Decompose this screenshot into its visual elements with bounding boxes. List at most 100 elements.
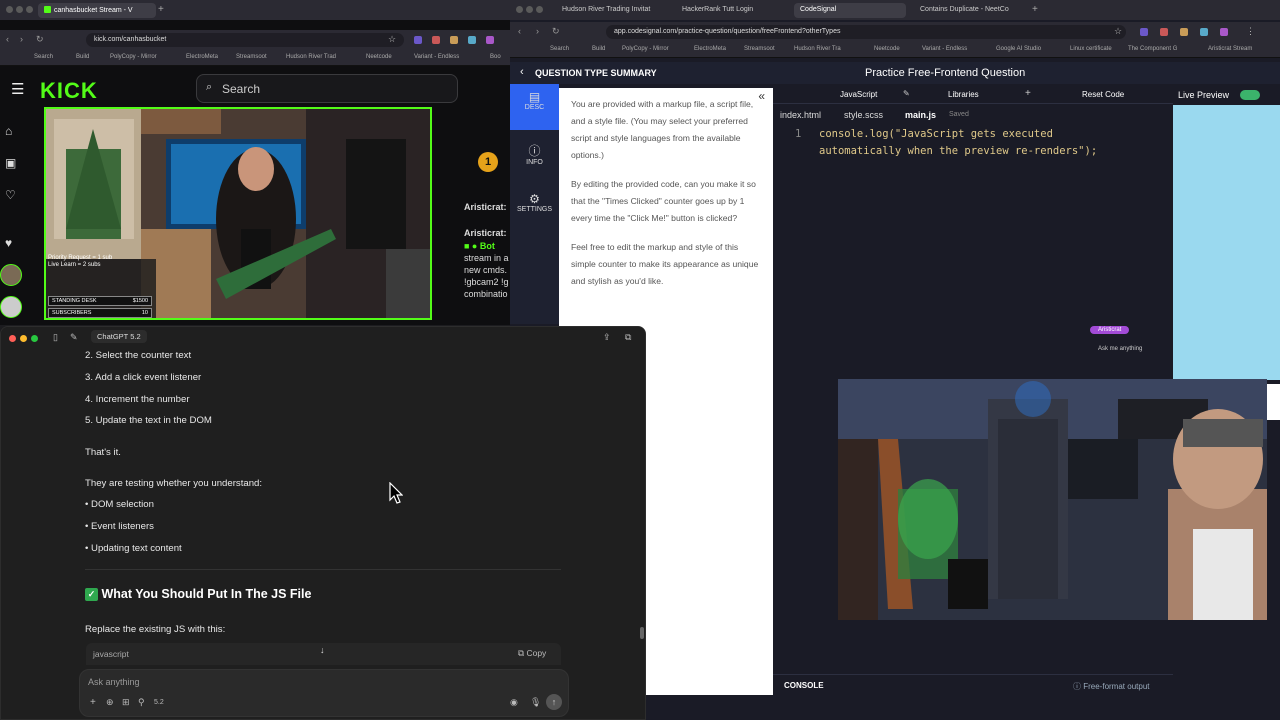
bookmark[interactable]: Hudson River Trad	[286, 54, 336, 60]
bookmark[interactable]: Variant - Endless	[414, 54, 459, 60]
file-tab-js[interactable]: main.js	[905, 110, 936, 120]
code-area[interactable]: 1 console.log("JavaScript gets executed …	[773, 126, 1173, 166]
bookmark[interactable]: PolyCopy - Mirror	[622, 46, 669, 52]
bookmark[interactable]: ElectroMeta	[694, 46, 726, 52]
search-input[interactable]: ⌕ Search	[196, 74, 458, 103]
menu-icon[interactable]: ⋮	[1246, 26, 1255, 37]
question-type-summary-link[interactable]: QUESTION TYPE SUMMARY	[535, 68, 657, 78]
language-select[interactable]: JavaScript	[840, 90, 877, 99]
reload-icon[interactable]: ↻	[552, 26, 560, 37]
bookmark[interactable]: Neetcode	[874, 46, 900, 52]
window-zoom-icon[interactable]	[31, 335, 38, 342]
window-minimize-icon[interactable]	[16, 6, 23, 13]
scrollbar-thumb[interactable]	[640, 627, 644, 639]
kick-logo[interactable]: KICK	[40, 78, 98, 104]
back-arrow-icon[interactable]: ‹	[520, 66, 524, 78]
tab-codesignal[interactable]: CodeSignal	[794, 3, 906, 18]
bookmark[interactable]: Streamsoot	[236, 54, 267, 60]
console-tab[interactable]: CONSOLE	[784, 681, 824, 690]
new-tab-icon[interactable]: +	[1032, 4, 1038, 15]
reload-icon[interactable]: ↻	[36, 34, 44, 45]
window-close-icon[interactable]	[9, 335, 16, 342]
tab-hrt[interactable]: Hudson River Trading Invitat	[556, 3, 668, 18]
add-attachment-icon[interactable]: +	[90, 697, 96, 708]
chat-username[interactable]: Aristicrat:	[464, 202, 507, 212]
browse-icon[interactable]: ▣	[5, 156, 19, 170]
forward-icon[interactable]: ›	[20, 34, 23, 44]
tab-desc[interactable]: ▤ DESC	[510, 84, 559, 130]
tab-kick[interactable]: canhasbucket Stream - V	[38, 3, 156, 18]
tab-info[interactable]: ⓘ INFO	[510, 136, 559, 182]
tools-icon[interactable]: ⊞	[122, 697, 130, 708]
new-chat-icon[interactable]: ✎	[70, 332, 78, 343]
menu-icon[interactable]: ☰	[11, 80, 24, 98]
chat-username[interactable]: Bot	[480, 241, 495, 251]
window-zoom-icon[interactable]	[536, 6, 543, 13]
extension-icon[interactable]	[1180, 28, 1188, 36]
extension-icon[interactable]	[486, 36, 494, 44]
back-icon[interactable]: ‹	[6, 34, 9, 44]
url-field[interactable]: app.codesignal.com/practice-question/que…	[606, 25, 1126, 39]
window-zoom-icon[interactable]	[26, 6, 33, 13]
favorites-icon[interactable]: ♥	[5, 236, 19, 250]
tab-hackerrank[interactable]: HackerRank Tutt Login	[676, 3, 788, 18]
bookmark[interactable]: Boo	[490, 54, 501, 60]
channel-avatar[interactable]	[0, 296, 22, 318]
window-minimize-icon[interactable]	[526, 6, 533, 13]
bookmark[interactable]: Hudson River Tra	[794, 46, 841, 52]
free-format-toggle[interactable]: ⓘ Free-format output	[1073, 681, 1149, 692]
copy-button[interactable]: ⧉ Copy	[518, 648, 546, 659]
tab-settings[interactable]: ⚙ SETTINGS	[510, 186, 559, 232]
window-layout-icon[interactable]: ⧉	[625, 332, 631, 343]
voice-mode-icon[interactable]: ◉	[510, 697, 518, 708]
extension-icon[interactable]	[450, 36, 458, 44]
edit-icon[interactable]: ✎	[903, 89, 910, 98]
bookmark[interactable]: Search	[34, 54, 53, 60]
home-icon[interactable]: ⌂	[5, 124, 19, 138]
bookmark[interactable]: Build	[592, 46, 605, 52]
window-minimize-icon[interactable]	[20, 335, 27, 342]
bookmark[interactable]: Search	[550, 46, 569, 52]
add-library-icon[interactable]: +	[1025, 88, 1031, 99]
bookmark-star-icon[interactable]: ☆	[1114, 26, 1122, 37]
bookmark[interactable]: Streamsoot	[744, 46, 775, 52]
model-selector[interactable]: ChatGPT 5.2	[91, 330, 147, 343]
message-input[interactable]: Ask anything	[88, 677, 140, 687]
forward-icon[interactable]: ›	[536, 26, 539, 36]
globe-icon[interactable]: ⊕	[106, 697, 114, 708]
bookmark[interactable]: Google AI Studio	[996, 46, 1041, 52]
tab-neetcode[interactable]: Contains Duplicate - NeetCo	[914, 3, 1026, 18]
extension-icon[interactable]	[1140, 28, 1148, 36]
microphone-icon[interactable]: 🎙	[530, 697, 541, 708]
url-field[interactable]: kick.com/canhasbucket	[86, 33, 404, 47]
bookmark[interactable]: Build	[76, 54, 89, 60]
send-button[interactable]: ↑	[546, 694, 562, 710]
extension-icon[interactable]	[468, 36, 476, 44]
file-tab-scss[interactable]: style.scss	[844, 110, 883, 120]
following-icon[interactable]: ♡	[5, 188, 19, 202]
bookmark[interactable]: The Component G	[1128, 46, 1177, 52]
extension-icon[interactable]	[432, 36, 440, 44]
back-icon[interactable]: ‹	[518, 26, 521, 36]
window-close-icon[interactable]	[516, 6, 523, 13]
chat-username[interactable]: Aristicrat:	[464, 228, 507, 238]
bookmark[interactable]: Linux certificate	[1070, 46, 1112, 52]
bookmark[interactable]: Aristicrat Stream	[1208, 46, 1252, 52]
extension-icon[interactable]	[414, 36, 422, 44]
stream-video[interactable]: Priority Request = 1 sub Live Learn = 2 …	[44, 107, 432, 320]
bookmark[interactable]: ElectroMeta	[186, 54, 218, 60]
share-icon[interactable]: ⇪	[603, 332, 611, 343]
live-preview-toggle[interactable]	[1240, 90, 1260, 100]
reset-code-button[interactable]: Reset Code	[1082, 90, 1124, 99]
extension-icon[interactable]	[1200, 28, 1208, 36]
file-tab-html[interactable]: index.html	[780, 110, 821, 120]
extension-icon[interactable]	[1160, 28, 1168, 36]
sidebar-toggle-icon[interactable]: ▯	[53, 332, 58, 343]
bookmark[interactable]: Neetcode	[366, 54, 392, 60]
apps-icon[interactable]: ⚲	[138, 697, 145, 708]
bookmark[interactable]: Variant - Endless	[922, 46, 967, 52]
window-close-icon[interactable]	[6, 6, 13, 13]
bookmark-star-icon[interactable]: ☆	[388, 34, 396, 45]
scroll-down-icon[interactable]: ↓	[320, 645, 325, 655]
extension-icon[interactable]	[1220, 28, 1228, 36]
